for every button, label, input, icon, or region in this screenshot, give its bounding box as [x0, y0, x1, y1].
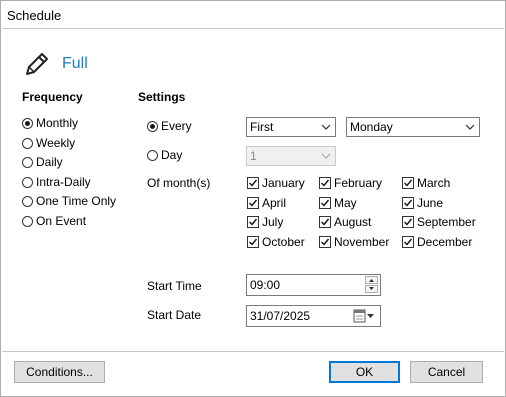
radio-label: One Time Only	[36, 194, 117, 208]
calendar-dropdown-icon[interactable]	[353, 309, 375, 323]
spin-down-icon[interactable]	[365, 285, 378, 293]
radio-label: Monthly	[36, 116, 79, 130]
month-checkbox-may[interactable]: May	[319, 196, 357, 210]
radio-dot	[22, 195, 33, 207]
month-label: November	[334, 235, 390, 249]
checkbox-box	[402, 216, 414, 228]
radio-dot	[22, 156, 33, 168]
mode-label: Full	[62, 55, 88, 72]
ok-button[interactable]: OK	[329, 361, 400, 383]
radio-dot	[22, 215, 33, 227]
start-time-value: 09:00	[250, 278, 281, 292]
every-ordinal-select[interactable]: First	[246, 117, 336, 137]
start-date-field[interactable]: 31/07/2025	[246, 305, 381, 327]
month-label: January	[262, 176, 305, 190]
radio-label: Day	[161, 148, 183, 162]
month-checkbox-april[interactable]: April	[247, 196, 286, 210]
radio-dot	[22, 176, 33, 188]
footer-divider	[2, 351, 504, 352]
start-date-label: Start Date	[147, 308, 202, 322]
start-date-value: 31/07/2025	[250, 309, 311, 323]
radio-on-event[interactable]: On Event	[22, 214, 86, 228]
month-label: December	[417, 235, 473, 249]
checkbox-box	[247, 236, 259, 248]
month-label: June	[417, 196, 444, 210]
month-label: April	[262, 196, 287, 210]
month-checkbox-june[interactable]: June	[402, 196, 443, 210]
radio-dot	[147, 120, 158, 132]
month-label: August	[334, 215, 372, 229]
month-checkbox-november[interactable]: November	[319, 235, 389, 249]
checkbox-box	[247, 216, 259, 228]
chevron-down-icon	[465, 118, 475, 136]
radio-daily[interactable]: Daily	[22, 155, 63, 169]
radio-monthly[interactable]: Monthly	[22, 116, 78, 130]
radio-label: Every	[161, 119, 192, 133]
month-checkbox-september[interactable]: September	[402, 215, 476, 229]
radio-label: Daily	[36, 155, 63, 169]
radio-intra-daily[interactable]: Intra-Daily	[22, 175, 91, 189]
checkbox-box	[247, 197, 259, 209]
month-checkbox-february[interactable]: February	[319, 176, 382, 190]
settings-header: Settings	[138, 90, 186, 104]
radio-dot	[147, 149, 158, 161]
start-time-field[interactable]: 09:00	[246, 274, 381, 296]
radio-every[interactable]: Every	[147, 119, 192, 133]
checkbox-box	[319, 197, 331, 209]
radio-label: Intra-Daily	[36, 175, 91, 189]
day-number-value: 1	[250, 149, 257, 163]
month-checkbox-december[interactable]: December	[402, 235, 472, 249]
cancel-button[interactable]: Cancel	[410, 361, 483, 383]
title-divider	[2, 28, 504, 29]
radio-dot	[22, 117, 33, 129]
time-spinner[interactable]	[365, 276, 378, 294]
months-label: Of month(s)	[147, 176, 211, 190]
month-checkbox-october[interactable]: October	[247, 235, 305, 249]
checkbox-box	[402, 236, 414, 248]
chevron-down-icon	[321, 147, 331, 165]
radio-weekly[interactable]: Weekly	[22, 136, 75, 150]
every-weekday-select[interactable]: Monday	[346, 117, 480, 137]
month-checkbox-march[interactable]: March	[402, 176, 450, 190]
start-time-label: Start Time	[147, 279, 202, 293]
chevron-down-icon	[321, 118, 331, 136]
conditions-button[interactable]: Conditions...	[14, 361, 105, 383]
radio-day[interactable]: Day	[147, 148, 182, 162]
checkbox-box	[402, 177, 414, 189]
checkbox-box	[319, 236, 331, 248]
month-checkbox-january[interactable]: January	[247, 176, 305, 190]
every-ordinal-value: First	[250, 120, 274, 134]
day-number-select[interactable]: 1	[246, 146, 336, 166]
window-title: Schedule	[7, 8, 62, 23]
month-label: March	[417, 176, 451, 190]
radio-dot	[22, 137, 33, 149]
frequency-header: Frequency	[22, 90, 83, 104]
month-checkbox-july[interactable]: July	[247, 215, 283, 229]
month-label: May	[334, 196, 357, 210]
every-weekday-value: Monday	[350, 120, 393, 134]
month-label: October	[262, 235, 305, 249]
schedule-dialog: Schedule Full Frequency Monthly Weekly D…	[0, 0, 506, 397]
checkbox-box	[247, 177, 259, 189]
month-label: February	[334, 176, 383, 190]
radio-label: Weekly	[36, 136, 76, 150]
month-checkbox-august[interactable]: August	[319, 215, 371, 229]
spin-up-icon[interactable]	[365, 276, 378, 284]
radio-label: On Event	[36, 214, 87, 228]
radio-one-time-only[interactable]: One Time Only	[22, 194, 116, 208]
checkbox-box	[319, 216, 331, 228]
checkbox-box	[319, 177, 331, 189]
checkbox-box	[402, 197, 414, 209]
month-label: September	[417, 215, 476, 229]
month-label: July	[262, 215, 284, 229]
pencil-icon	[24, 51, 50, 77]
